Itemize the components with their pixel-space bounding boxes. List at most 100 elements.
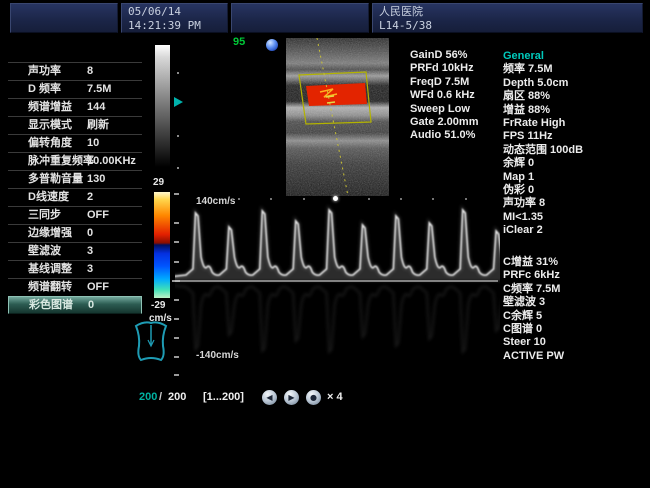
cine-current-frame: 200	[139, 391, 157, 404]
param-row-color-map-selected[interactable]: 彩色图谱 0	[8, 296, 142, 314]
param-value: 7.5M	[87, 81, 111, 98]
cine-prev-button[interactable]: ◀	[262, 390, 277, 405]
param-value: OFF	[87, 207, 109, 224]
info-line: 伪彩 0	[503, 184, 583, 197]
cine-slash: /	[159, 391, 162, 404]
param-row-edge-enhance[interactable]: 边缘增强 0	[8, 224, 142, 242]
param-label: 边缘增强	[28, 225, 72, 242]
grayscale-bar	[155, 45, 170, 167]
param-value: 3	[87, 243, 93, 260]
info-line: C频率 7.5M	[503, 283, 564, 296]
doppler-param-line: Audio 51.0%	[410, 129, 478, 142]
header-patient-box	[231, 3, 369, 33]
param-value: 10	[87, 135, 99, 152]
velocity-tick	[174, 193, 179, 195]
param-label: D 频率	[28, 81, 61, 98]
speckle-noise	[286, 38, 389, 196]
param-label: 声功率	[28, 63, 61, 80]
param-label: 三同步	[28, 207, 61, 224]
sample-gate-upper[interactable]	[326, 96, 334, 97]
param-row-triplex[interactable]: 三同步 OFF	[8, 206, 142, 224]
header-hospital-box: 人民医院L14-5/38	[372, 3, 643, 33]
param-label: 壁滤波	[28, 243, 61, 260]
param-value: 0	[88, 297, 94, 314]
doppler-param-line: PRFd 10kHz	[410, 62, 478, 75]
info-line: 声功率 8	[503, 197, 583, 210]
graybar-tick	[177, 72, 179, 74]
colorbar-min-label: -29	[151, 300, 165, 311]
param-row-baseline[interactable]: 基线调整3	[8, 260, 142, 278]
header-box-empty	[10, 3, 118, 33]
param-row-steer-angle[interactable]: 偏转角度 10	[8, 134, 142, 152]
info-line: FrRate High	[503, 117, 583, 130]
doppler-params-block: GainD 56% PRFd 10kHz FreqD 7.5M WFd 0.6 …	[410, 49, 478, 143]
velocity-max-label: 140cm/s	[196, 196, 235, 207]
right-panel-b-mode: General 频率 7.5M Depth 5.0cm 扇区 88% 增益 88…	[503, 50, 583, 238]
param-label: 彩色图谱	[29, 297, 73, 314]
cine-speed: × 4	[327, 391, 343, 404]
doppler-param-line: WFd 0.6 kHz	[410, 89, 478, 102]
info-line: C图谱 0	[503, 323, 564, 336]
param-row-doppler-volume[interactable]: 多普勒音量130	[8, 170, 142, 188]
info-line: Map 1	[503, 171, 583, 184]
param-value: OFF	[87, 279, 109, 296]
info-line: Depth 5.0cm	[503, 77, 583, 90]
hospital-name: 人民医院	[379, 5, 423, 18]
header-datetime-box: 05/06/1414:21:39 PM	[121, 3, 228, 33]
graybar-tick	[177, 135, 179, 137]
param-value: 0	[87, 225, 93, 242]
param-value: 2	[87, 189, 93, 206]
doppler-param-line: GainD 56%	[410, 49, 478, 62]
param-row-wall-filter[interactable]: 壁滤波 3	[8, 242, 142, 260]
param-row-acoustic-power[interactable]: 声功率 8	[8, 62, 142, 80]
param-label: 频谱翻转	[28, 279, 72, 296]
cine-record-button[interactable]: ●	[306, 390, 321, 405]
velocity-min-label: -140cm/s	[196, 350, 239, 361]
param-label: 偏转角度	[28, 135, 72, 152]
param-value: 刷新	[87, 117, 109, 134]
info-line: 频率 7.5M	[503, 63, 583, 76]
info-line: 扇区 88%	[503, 90, 583, 103]
param-label: 显示模式	[28, 117, 72, 134]
param-row-d-line-speed[interactable]: D线速度 2	[8, 188, 142, 206]
info-line: 动态范围 100dB	[503, 144, 583, 157]
param-row-d-frequency[interactable]: D 频率 7.5M	[8, 80, 142, 98]
info-line: FPS 11Hz	[503, 130, 583, 143]
info-line: 增益 88%	[503, 104, 583, 117]
colorbar-max-label: 29	[153, 177, 164, 188]
body-marker-icon[interactable]	[130, 318, 172, 364]
param-label: 基线调整	[28, 261, 72, 278]
doppler-param-line: Sweep Low	[410, 103, 478, 116]
param-label: 脉冲重复频率	[28, 153, 94, 170]
doppler-param-line: Gate 2.00mm	[410, 116, 478, 129]
sample-gate-lower[interactable]	[327, 102, 335, 103]
gray-map-pointer-icon	[174, 97, 183, 107]
cine-total-frames: 200	[168, 391, 186, 404]
spectrum-envelope	[175, 210, 500, 277]
graybar-tick	[177, 167, 179, 169]
param-value: 10.00KHz	[87, 153, 136, 170]
info-line: Steer 10	[503, 336, 564, 349]
info-line: iClear 2	[503, 224, 583, 237]
gray-map-value: 95	[233, 36, 245, 48]
b-mode-image[interactable]	[286, 38, 389, 196]
param-label: D线速度	[28, 189, 69, 206]
cine-range: [1...200]	[203, 391, 244, 404]
param-label: 多普勒音量	[28, 171, 83, 188]
param-row-spectrum-invert[interactable]: 频谱翻转 OFF	[8, 278, 142, 296]
info-line: MI<1.35	[503, 211, 583, 224]
param-value: 8	[87, 63, 93, 80]
param-value: 144	[87, 99, 105, 116]
param-row-prf[interactable]: 脉冲重复频率10.00KHz	[8, 152, 142, 170]
param-value: 130	[87, 171, 105, 188]
info-line: C增益 31%	[503, 256, 564, 269]
param-row-display-mode[interactable]: 显示模式刷新	[8, 116, 142, 134]
header-time: 14:21:39 PM	[128, 19, 201, 32]
color-doppler-bar	[154, 192, 170, 298]
cine-play-button[interactable]: ▶	[284, 390, 299, 405]
active-mode-label: ACTIVE PW	[503, 350, 564, 363]
header-date: 05/06/14	[128, 5, 181, 18]
doppler-param-line: FreqD 7.5M	[410, 76, 478, 89]
param-row-spectrum-gain[interactable]: 频谱增益144	[8, 98, 142, 116]
spectrum-mirror-ghost	[175, 285, 500, 352]
